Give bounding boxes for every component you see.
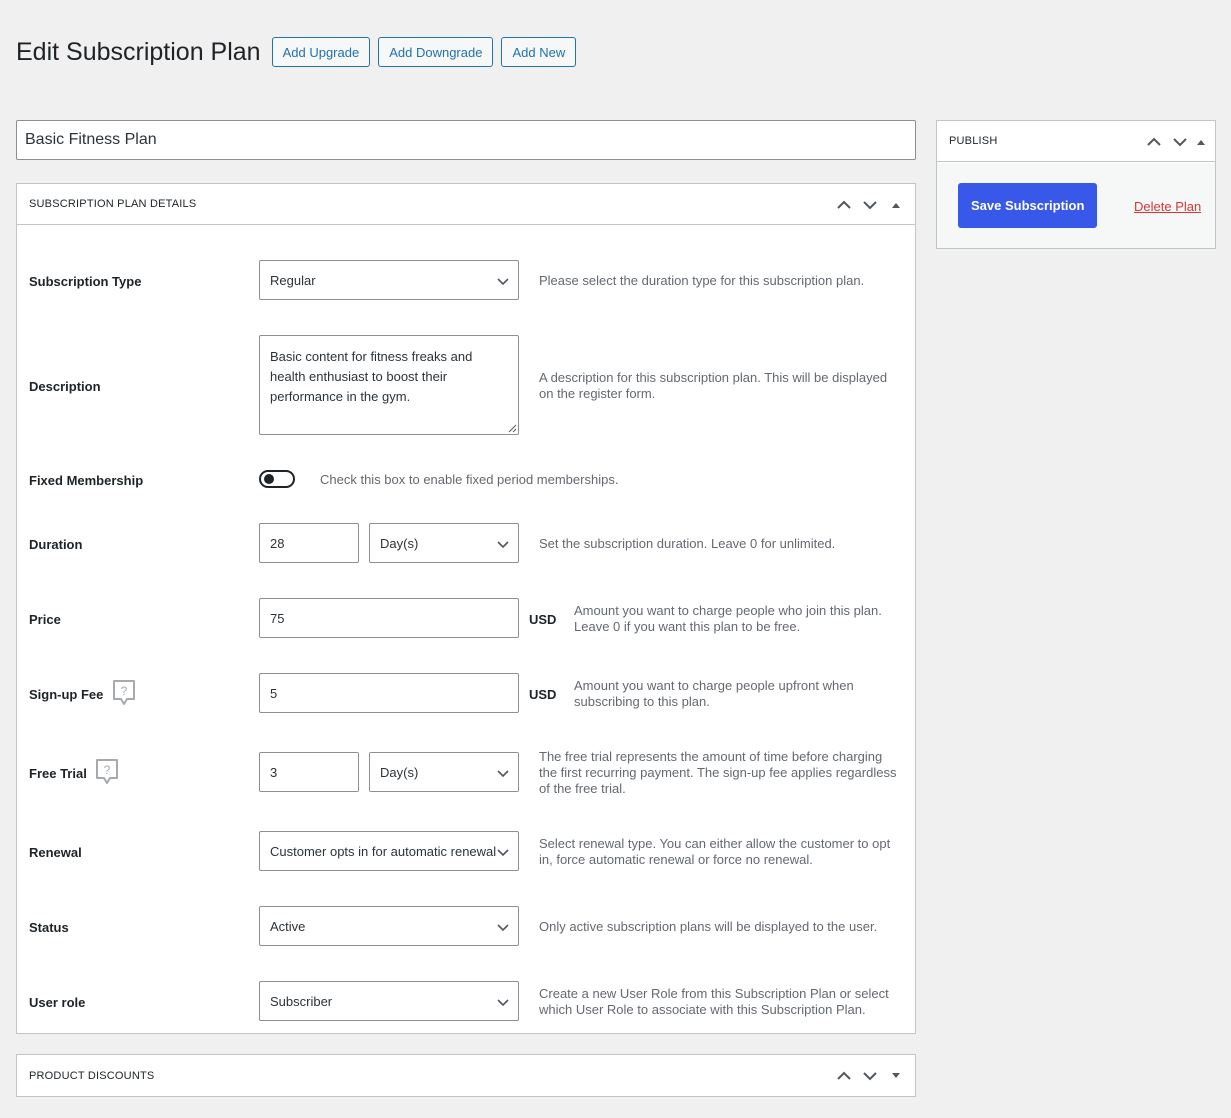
free-trial-label: Free Trial bbox=[29, 766, 87, 781]
svg-text:?: ? bbox=[121, 684, 128, 698]
input-value: 28 bbox=[270, 535, 285, 551]
postbox-title: PUBLISH bbox=[949, 135, 998, 147]
user-role-help: Create a new User Role from this Subscri… bbox=[539, 986, 889, 1017]
chevron-up-icon bbox=[837, 200, 851, 209]
move-down-button[interactable] bbox=[1167, 124, 1193, 160]
help-bubble-icon[interactable]: ? bbox=[94, 758, 120, 786]
postbox-title: PRODUCT DISCOUNTS bbox=[29, 1069, 155, 1082]
page-header: Edit Subscription Plan Add Upgrade Add D… bbox=[16, 36, 584, 68]
add-upgrade-button[interactable]: Add Upgrade bbox=[271, 37, 371, 67]
toggle-panel-button[interactable] bbox=[883, 1058, 909, 1094]
save-subscription-button[interactable]: Save Subscription bbox=[958, 183, 1098, 228]
collapse-arrow-icon bbox=[892, 202, 900, 208]
toggle-panel-button[interactable] bbox=[1193, 124, 1209, 160]
chevron-down-icon bbox=[1173, 137, 1187, 146]
fixed-membership-help: Check this box to enable fixed period me… bbox=[320, 472, 619, 487]
free-trial-input[interactable]: 3 bbox=[259, 752, 359, 792]
help-bubble-icon[interactable]: ? bbox=[111, 679, 137, 707]
select-value: Day(s) bbox=[380, 535, 419, 551]
select-chevron-icon bbox=[497, 278, 509, 286]
toggle-panel-button[interactable] bbox=[883, 187, 909, 223]
move-up-button[interactable] bbox=[1141, 124, 1167, 160]
description-label: Description bbox=[29, 379, 101, 394]
chevron-down-icon bbox=[863, 200, 877, 209]
postbox-header: SUBSCRIPTION PLAN DETAILS bbox=[17, 184, 915, 225]
handle-actions bbox=[1141, 121, 1209, 162]
input-value: 3 bbox=[270, 764, 278, 780]
description-text: Basic content for fitness freaks and hea… bbox=[270, 349, 473, 404]
renewal-label: Renewal bbox=[29, 845, 82, 860]
move-up-button[interactable] bbox=[831, 1058, 857, 1094]
price-input[interactable]: 75 bbox=[259, 598, 519, 638]
select-value: Active bbox=[270, 918, 306, 934]
product-discounts-box: PRODUCT DISCOUNTS bbox=[16, 1054, 916, 1097]
input-value: 75 bbox=[270, 610, 285, 626]
add-new-button[interactable]: Add New bbox=[501, 37, 577, 67]
price-label: Price bbox=[29, 612, 61, 627]
duration-input[interactable]: 28 bbox=[259, 523, 359, 563]
move-up-button[interactable] bbox=[831, 187, 857, 223]
select-chevron-icon bbox=[497, 849, 509, 857]
subscription-type-help: Please select the duration type for this… bbox=[539, 273, 865, 288]
description-textarea[interactable]: Basic content for fitness freaks and hea… bbox=[259, 335, 519, 435]
chevron-up-icon bbox=[1147, 137, 1161, 146]
resize-grip-icon[interactable] bbox=[507, 423, 517, 433]
select-value: Regular bbox=[270, 272, 316, 288]
svg-text:?: ? bbox=[104, 763, 111, 777]
select-chevron-icon bbox=[497, 999, 509, 1007]
postbox-title: SUBSCRIPTION PLAN DETAILS bbox=[29, 198, 197, 210]
delete-plan-link[interactable]: Delete Plan bbox=[1134, 199, 1201, 214]
signup-fee-currency: USD bbox=[529, 687, 557, 702]
user-role-select[interactable]: Subscriber bbox=[259, 981, 519, 1021]
user-role-label: User role bbox=[29, 995, 86, 1010]
duration-help: Set the subscription duration. Leave 0 f… bbox=[539, 536, 836, 551]
subscription-plan-details-box: SUBSCRIPTION PLAN DETAILS Subscription T… bbox=[16, 183, 916, 1034]
duration-label: Duration bbox=[29, 537, 83, 552]
plan-title-input[interactable] bbox=[16, 120, 916, 160]
free-trial-help: The free trial represents the amount of … bbox=[539, 749, 897, 796]
duration-unit-select[interactable]: Day(s) bbox=[369, 523, 519, 563]
renewal-help: Select renewal type. You can either allo… bbox=[539, 836, 891, 867]
status-label: Status bbox=[29, 920, 69, 935]
handle-actions bbox=[831, 1055, 909, 1096]
expand-arrow-icon bbox=[892, 1072, 900, 1078]
input-value: 5 bbox=[270, 685, 278, 701]
handle-actions bbox=[831, 184, 909, 225]
postbox-header[interactable]: PRODUCT DISCOUNTS bbox=[17, 1055, 915, 1096]
select-value: Customer opts in for automatic renewal bbox=[270, 843, 497, 859]
subscription-type-label: Subscription Type bbox=[29, 274, 142, 289]
postbox-header: PUBLISH bbox=[937, 121, 1215, 162]
signup-fee-label: Sign-up Fee bbox=[29, 687, 104, 702]
move-down-button[interactable] bbox=[857, 1058, 883, 1094]
select-chevron-icon bbox=[497, 770, 509, 778]
select-chevron-icon bbox=[497, 924, 509, 932]
collapse-arrow-icon bbox=[1197, 139, 1205, 145]
select-value: Subscriber bbox=[270, 993, 333, 1009]
toggle-knob bbox=[264, 474, 274, 484]
move-down-button[interactable] bbox=[857, 187, 883, 223]
page-title: Edit Subscription Plan bbox=[16, 38, 261, 66]
status-select[interactable]: Active bbox=[259, 906, 519, 946]
select-chevron-icon bbox=[497, 541, 509, 549]
chevron-down-icon bbox=[863, 1071, 877, 1080]
price-help: Amount you want to charge people who joi… bbox=[574, 603, 882, 634]
renewal-select[interactable]: Customer opts in for automatic renewal bbox=[259, 831, 519, 871]
add-downgrade-button[interactable]: Add Downgrade bbox=[378, 37, 494, 67]
subscription-type-select[interactable]: Regular bbox=[259, 260, 519, 300]
price-currency: USD bbox=[529, 612, 557, 627]
publish-box: PUBLISH Save Subscription Delete Plan bbox=[936, 120, 1216, 249]
free-trial-unit-select[interactable]: Day(s) bbox=[369, 752, 519, 792]
fixed-membership-label: Fixed Membership bbox=[29, 473, 144, 488]
signup-fee-help: Amount you want to charge people upfront… bbox=[574, 678, 854, 709]
status-help: Only active subscription plans will be d… bbox=[539, 919, 878, 934]
select-value: Day(s) bbox=[380, 764, 419, 780]
publish-actions: Save Subscription Delete Plan bbox=[937, 163, 1215, 248]
description-help: A description for this subscription plan… bbox=[539, 370, 888, 401]
chevron-up-icon bbox=[837, 1071, 851, 1080]
signup-fee-input[interactable]: 5 bbox=[259, 673, 519, 713]
fixed-membership-toggle[interactable] bbox=[259, 470, 295, 488]
